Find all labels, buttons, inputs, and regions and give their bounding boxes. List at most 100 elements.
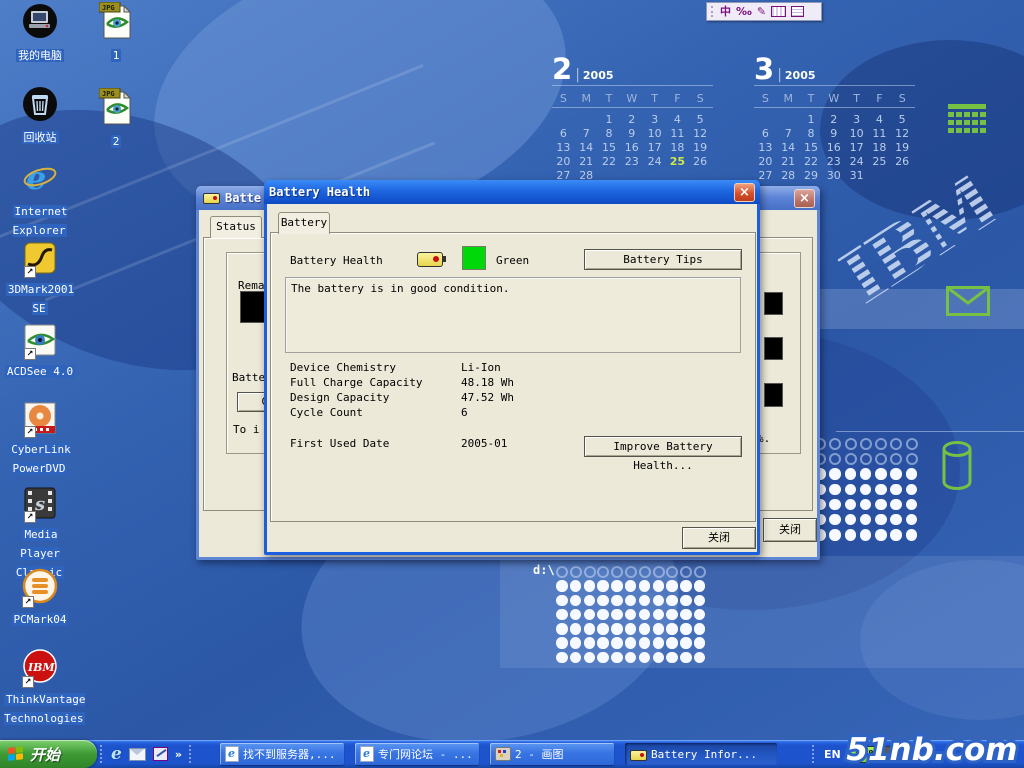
calendar-day-header: M <box>575 92 598 105</box>
windows-logo-icon <box>8 746 24 763</box>
calendar-day-header: S <box>552 92 575 105</box>
desktop-icon-label: 我的电脑 <box>16 49 64 62</box>
taskbar-task[interactable]: 2 - 画图 <box>490 743 614 765</box>
battery-health-dialog[interactable]: Battery Health × Battery Battery Health … <box>264 180 760 555</box>
shortcut-arrow-icon: ↗ <box>24 266 36 278</box>
media-player-classic-icon: s ↗ <box>24 487 56 523</box>
start-button[interactable]: 开始 <box>0 740 97 768</box>
internet-explorer-icon[interactable]: e <box>111 746 122 763</box>
my-computer-icon <box>21 4 59 44</box>
ime-symbol-button[interactable]: ‰ <box>736 6 752 18</box>
desktop-icon-jpg-1[interactable]: JPG 1 <box>84 2 148 63</box>
spec-row: Design Capacity47.52 Wh <box>290 391 514 406</box>
ime-keyboard-icon[interactable] <box>771 6 786 17</box>
close-dialog-button[interactable]: 关闭 <box>682 527 756 549</box>
dot-grid <box>814 438 921 544</box>
first-used-row: First Used Date 2005-01 <box>290 437 507 452</box>
dialog-titlebar[interactable]: Battery Health × <box>264 180 760 204</box>
envelope-icon <box>946 286 990 320</box>
ime-bar[interactable]: 中 ‰ ✎ <box>706 2 822 21</box>
taskbar-tasks: 找不到服务器,... 专门网论坛 - ... 2 - 画图 Battery Infor… <box>220 743 777 765</box>
drive-label: d:\ <box>533 563 555 577</box>
desktop-icon-acdsee[interactable]: ↗ ACDSee 4.0 <box>4 324 76 379</box>
chevron-icon[interactable]: » <box>175 748 182 761</box>
acdsee-icon: ↗ <box>24 324 56 360</box>
desktop-icon-jpg-2[interactable]: JPG 2 <box>84 88 148 149</box>
spec-value: 47.52 Wh <box>461 391 514 406</box>
svg-text:51nb.com: 51nb.com <box>846 732 1017 768</box>
calendar-day-header: S <box>891 92 914 105</box>
spec-row: Cycle Count6 <box>290 406 514 421</box>
desktop-icon-internet-explorer[interactable]: e Internet Explorer <box>4 160 76 238</box>
calendar-day-header: T <box>598 92 621 105</box>
taskbar-task[interactable]: 专门网论坛 - ... <box>355 743 479 765</box>
condition-box: The battery is in good condition. <box>285 277 741 353</box>
tray-grip[interactable] <box>812 745 816 763</box>
health-label: Battery Health <box>290 254 383 267</box>
shortcut-arrow-icon: ↗ <box>22 676 34 688</box>
improve-battery-health-button[interactable]: Improve Battery Health... <box>584 436 742 457</box>
calendar-month: 2 <box>552 55 572 83</box>
shortcut-arrow-icon: ↗ <box>24 348 36 360</box>
close-dialog-button[interactable]: 关闭 <box>763 518 817 542</box>
recycle-bin-icon <box>21 86 59 126</box>
pcmark04-icon: ↗ <box>22 568 58 608</box>
outlook-express-icon[interactable] <box>129 748 146 761</box>
health-status: Green <box>496 254 529 267</box>
desktop-icon-3dmark2001[interactable]: ↗ 3DMark2001 SE <box>4 242 76 316</box>
taskbar-task[interactable]: Battery Infor... <box>625 743 777 765</box>
ie-page-icon <box>225 746 239 762</box>
spec-label: Full Charge Capacity <box>290 376 461 391</box>
calendar-day-header: W <box>822 92 845 105</box>
desktop-icon-label: 3DMark2001 SE <box>6 283 74 315</box>
condition-text: The battery is in good condition. <box>291 282 510 295</box>
taskbar-task[interactable]: 找不到服务器,... <box>220 743 344 765</box>
battery-cell <box>764 383 783 407</box>
battery-tips-button[interactable]: Battery Tips <box>584 249 742 270</box>
toolbar-grip[interactable] <box>100 745 104 763</box>
first-used-value: 2005-01 <box>461 437 507 452</box>
battery-icon <box>417 252 443 267</box>
jpg-file-icon: JPG <box>99 88 133 130</box>
close-button[interactable]: × <box>734 183 755 202</box>
desktop-icon-thinkvantage[interactable]: IBM ↗ ThinkVantage Technologies <box>4 648 76 726</box>
ie-page-icon <box>360 746 374 762</box>
task-title: 找不到服务器,... <box>243 746 336 762</box>
svg-text:JPG: JPG <box>102 4 115 12</box>
tab-battery[interactable]: Battery <box>278 212 330 234</box>
calendar-day-header: T <box>643 92 666 105</box>
calendar-march: 3 | 2005 SMTWTFS 12345678910111213141516… <box>754 55 915 178</box>
calendar-day-header: M <box>777 92 800 105</box>
close-button[interactable]: × <box>794 189 815 208</box>
shortcut-arrow-icon: ↗ <box>24 426 36 438</box>
desktop-icon-label: CyberLink PowerDVD <box>9 443 71 475</box>
desktop-icon-my-computer[interactable]: 我的电脑 <box>4 4 76 63</box>
tab-status[interactable]: Status <box>210 216 262 238</box>
ime-mode-button[interactable]: 中 <box>720 6 731 18</box>
cylinder-icon <box>936 440 978 496</box>
window-title: Batte <box>225 191 261 205</box>
shortcut-arrow-icon: ↗ <box>24 511 36 523</box>
desktop-icon-pcmark04[interactable]: ↗ PCMark04 <box>4 568 76 627</box>
calendar-month: 3 <box>754 55 774 83</box>
start-label: 开始 <box>30 744 60 765</box>
show-desktop-icon[interactable] <box>153 747 168 761</box>
shortcut-arrow-icon: ↗ <box>22 596 34 608</box>
desktop-icon-label: PCMark04 <box>12 613 69 626</box>
ime-grip[interactable] <box>711 6 715 17</box>
ime-pen-button[interactable]: ✎ <box>757 6 766 18</box>
desktop-icon-label: ACDSee 4.0 <box>5 365 75 378</box>
task-title: Battery Infor... <box>651 748 757 761</box>
to-improve-label: To i <box>233 423 260 436</box>
desktop-icon-media-player-classic[interactable]: s ↗ Media Player Classic <box>4 487 76 580</box>
toolbar-grip[interactable] <box>189 745 193 763</box>
spec-value: 6 <box>461 406 468 421</box>
spec-label: Cycle Count <box>290 406 461 421</box>
desktop-icon-powerdvd[interactable]: ↗ CyberLink PowerDVD <box>4 402 76 476</box>
calendar-day-header: F <box>868 92 891 105</box>
task-title: 2 - 画图 <box>515 746 564 762</box>
desktop-icon-label: Internet Explorer <box>13 205 68 237</box>
ime-menu-icon[interactable] <box>791 6 804 17</box>
calendar-day: 28 <box>777 169 800 182</box>
desktop-icon-recycle-bin[interactable]: 回收站 <box>4 86 76 145</box>
